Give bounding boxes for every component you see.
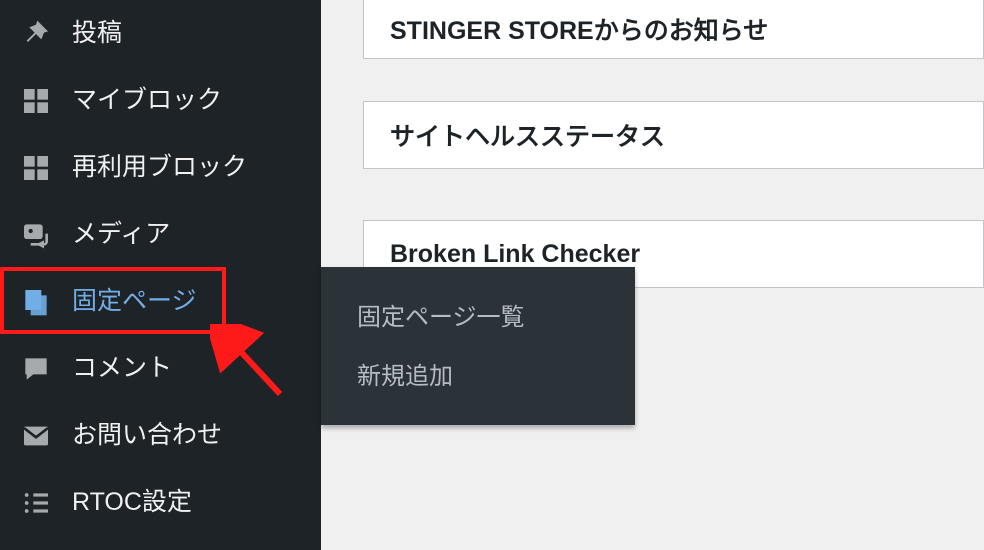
submenu-item-label: 新規追加 xyxy=(357,363,453,390)
grid-icon xyxy=(18,150,54,186)
panel-title: サイトヘルスステータス xyxy=(390,117,665,153)
panel-title: Broken Link Checker xyxy=(390,240,640,269)
sidebar-item-label: マイブロック xyxy=(72,88,222,113)
dashboard-panel-stinger[interactable]: STINGER STOREからのお知らせ xyxy=(363,0,984,59)
sidebar-item-label: コメント xyxy=(72,356,172,381)
media-icon xyxy=(18,217,54,253)
grid-icon xyxy=(18,83,54,119)
sidebar-item-pages[interactable]: 固定ページ xyxy=(0,268,321,335)
mail-icon xyxy=(18,418,54,454)
sidebar-item-media[interactable]: メディア xyxy=(0,201,321,268)
sidebar-item-label: お問い合わせ xyxy=(72,423,222,448)
sidebar-item-posts[interactable]: 投稿 xyxy=(0,0,321,67)
sidebar-item-label: RTOC設定 xyxy=(72,490,192,515)
sidebar-item-label: 投稿 xyxy=(72,21,122,46)
sidebar-item-label: 固定ページ xyxy=(72,289,197,314)
submenu-item-pages-list[interactable]: 固定ページ一覧 xyxy=(321,285,635,344)
pages-icon xyxy=(18,284,54,320)
submenu-item-pages-new[interactable]: 新規追加 xyxy=(321,344,635,403)
sidebar-item-myblock[interactable]: マイブロック xyxy=(0,67,321,134)
sidebar-item-comments[interactable]: コメント xyxy=(0,335,321,402)
dashboard-panel-sitehealth[interactable]: サイトヘルスステータス xyxy=(363,101,984,169)
submenu-item-label: 固定ページ一覧 xyxy=(357,304,525,331)
submenu-pages: 固定ページ一覧 新規追加 xyxy=(321,267,635,425)
sidebar-item-rtoc[interactable]: RTOC設定 xyxy=(0,469,321,536)
admin-sidebar: 投稿 マイブロック 再利用ブロック xyxy=(0,0,321,550)
comment-icon xyxy=(18,351,54,387)
sidebar-item-contact[interactable]: お問い合わせ xyxy=(0,402,321,469)
pin-icon xyxy=(18,16,54,52)
list-icon xyxy=(18,485,54,521)
sidebar-item-label: メディア xyxy=(72,222,170,247)
panel-title: STINGER STOREからのお知らせ xyxy=(390,11,768,47)
sidebar-item-label: 再利用ブロック xyxy=(72,155,247,180)
sidebar-item-reusable-blocks[interactable]: 再利用ブロック xyxy=(0,134,321,201)
